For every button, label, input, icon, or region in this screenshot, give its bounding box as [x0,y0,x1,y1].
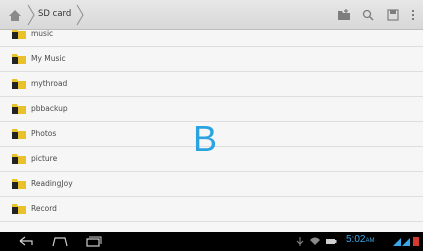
wifi-icon [310,237,320,245]
home-icon[interactable] [7,7,23,23]
breadcrumb-sd-card[interactable]: SD card [38,9,71,19]
overflow-menu-icon[interactable] [410,8,416,22]
folder-icon [12,154,26,164]
home-nav-icon[interactable] [51,236,69,247]
file-name: My Music [31,54,66,63]
folder-icon [12,129,26,139]
list-item[interactable]: ReadingJoy [0,172,423,197]
list-item[interactable]: music [0,30,423,47]
new-folder-icon[interactable] [337,8,351,22]
list-item[interactable]: Record [0,197,423,222]
file-name: ReadingJoy [31,179,73,188]
folder-icon [12,204,26,214]
back-icon[interactable] [17,236,35,247]
list-item[interactable]: My Music [0,47,423,72]
action-bar: SD card [0,0,423,30]
file-list: music My Music mythroad pbbackup Photos [0,30,423,232]
file-name: pbbackup [31,104,68,113]
folder-icon [12,79,26,89]
battery-icon [326,239,337,244]
clock-time: 5:02 [346,234,366,245]
search-icon[interactable] [361,8,375,22]
file-name: mythroad [31,79,68,88]
signal-icon [393,238,401,246]
alert-icon [413,237,419,246]
file-name: Photos [31,129,57,138]
usb-icon [296,237,304,246]
file-name: music [31,30,54,38]
recent-apps-icon[interactable] [84,236,102,247]
save-icon[interactable] [386,8,400,22]
folder-icon [12,54,26,64]
status-clock: 5:02AM [346,234,374,245]
overlay-label: B [193,118,218,159]
signal-secondary-icon [402,238,410,246]
navigation-bar: 5:02AM [0,232,423,251]
folder-icon [12,179,26,189]
folder-icon [12,104,26,114]
breadcrumb-chevron-icon [76,4,84,26]
file-name: picture [31,154,58,163]
list-item[interactable]: mythroad [0,72,423,97]
breadcrumb-chevron-icon [27,4,35,26]
file-name: Record [31,204,57,213]
folder-icon [12,30,26,39]
clock-ampm: AM [365,238,375,244]
